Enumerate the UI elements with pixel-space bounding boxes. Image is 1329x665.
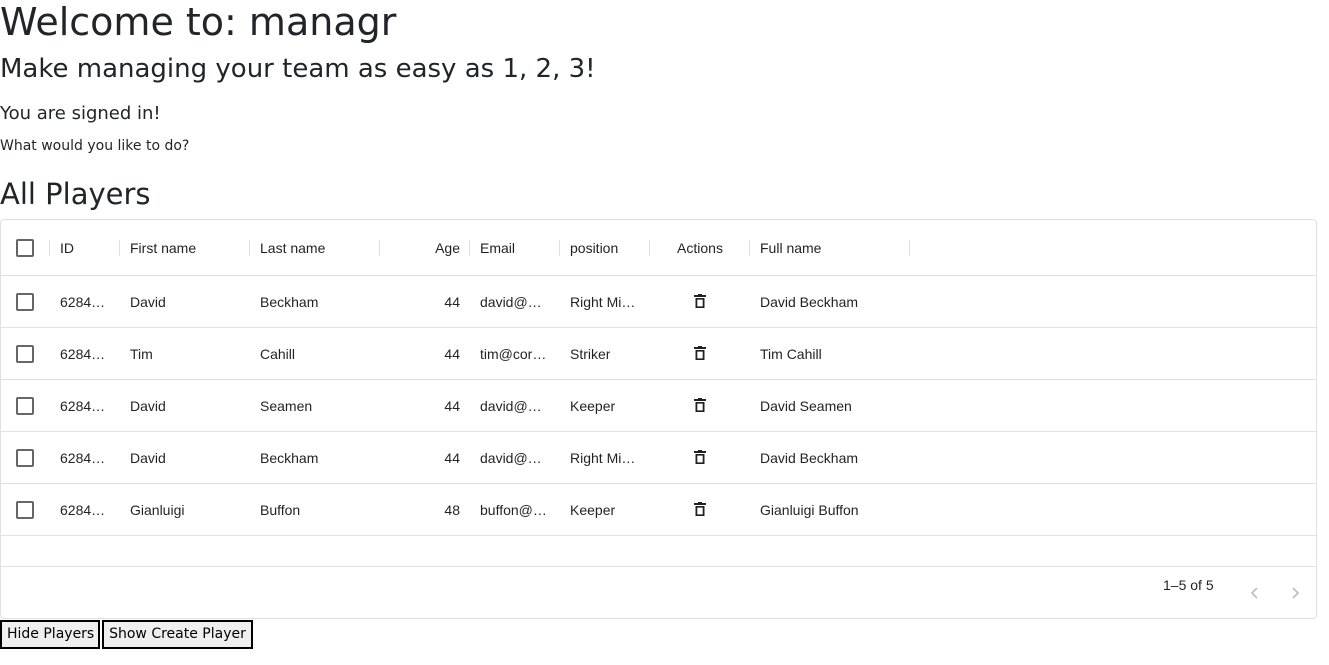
cell-position[interactable]: Keeper (560, 484, 650, 535)
cell-id[interactable]: 6284… (50, 328, 120, 379)
grid-footer: 1–5 of 5 (1, 566, 1316, 619)
cell-actions (650, 484, 750, 535)
row-checkbox-icon[interactable] (16, 344, 34, 363)
cell-last-name[interactable]: Beckham (250, 276, 380, 327)
cell-last-name[interactable]: Cahill (250, 328, 380, 379)
select-all-checkbox-icon[interactable] (16, 238, 34, 257)
cell-id[interactable]: 6284… (50, 432, 120, 483)
grid-header: ID First name Last name Age Email positi… (1, 220, 1316, 276)
cell-full-name[interactable]: Tim Cahill (750, 328, 910, 379)
cell-full-name[interactable]: Gianluigi Buffon (750, 484, 910, 535)
trash-icon[interactable] (694, 346, 706, 361)
section-title: All Players (0, 177, 151, 211)
cell-full-name[interactable]: David Beckham (750, 276, 910, 327)
cell-last-name[interactable]: Seamen (250, 380, 380, 431)
cell-full-name[interactable]: David Beckham (750, 432, 910, 483)
page-subtitle: Make managing your team as easy as 1, 2,… (0, 54, 596, 84)
players-data-grid: ID First name Last name Age Email positi… (0, 219, 1317, 619)
table-row[interactable]: 6284… David Beckham 44 david@… Right Mi… David… (1, 432, 1316, 484)
column-header-position[interactable]: position (560, 220, 650, 275)
cell-id[interactable]: 6284… (50, 380, 120, 431)
cell-actions (650, 432, 750, 483)
cell-last-name[interactable]: Beckham (250, 432, 380, 483)
cell-email[interactable]: buffon@… (470, 484, 560, 535)
cell-age[interactable]: 44 (380, 328, 470, 379)
cell-full-name[interactable]: David Seamen (750, 380, 910, 431)
cell-age[interactable]: 44 (380, 380, 470, 431)
row-select-cell[interactable] (1, 432, 49, 483)
cell-last-name[interactable]: Buffon (250, 484, 380, 535)
cell-email[interactable]: tim@cor… (470, 328, 560, 379)
row-select-cell[interactable] (1, 380, 49, 431)
trash-icon[interactable] (694, 398, 706, 413)
cell-first-name[interactable]: David (120, 276, 250, 327)
cell-actions (650, 328, 750, 379)
cell-position[interactable]: Right Mi… (560, 276, 650, 327)
row-select-cell[interactable] (1, 276, 49, 327)
table-row[interactable]: 6284… Gianluigi Buffon 48 buffon@… Keeper Gian… (1, 484, 1316, 536)
cell-id[interactable]: 6284… (50, 484, 120, 535)
row-select-cell[interactable] (1, 484, 49, 535)
table-row[interactable]: 6284… David Beckham 44 david@… Right Mi… David… (1, 276, 1316, 328)
row-checkbox-icon[interactable] (16, 396, 34, 415)
row-checkbox-icon[interactable] (16, 448, 34, 467)
cell-actions (650, 276, 750, 327)
row-checkbox-icon[interactable] (16, 500, 34, 519)
row-select-cell[interactable] (1, 328, 49, 379)
column-header-age[interactable]: Age (380, 220, 470, 275)
cell-position[interactable]: Right Mi… (560, 432, 650, 483)
cell-email[interactable]: david@… (470, 432, 560, 483)
hide-players-button[interactable]: Hide Players (0, 620, 100, 649)
cell-first-name[interactable]: David (120, 380, 250, 431)
cell-email[interactable]: david@… (470, 276, 560, 327)
trash-icon[interactable] (694, 294, 706, 309)
show-create-player-button[interactable]: Show Create Player (102, 620, 253, 649)
select-all-cell[interactable] (1, 220, 49, 275)
signed-in-status: You are signed in! (0, 103, 161, 124)
cell-actions (650, 380, 750, 431)
chevron-right-icon[interactable] (1283, 581, 1307, 605)
cell-age[interactable]: 44 (380, 432, 470, 483)
cell-first-name[interactable]: Tim (120, 328, 250, 379)
column-header-email[interactable]: Email (470, 220, 560, 275)
column-header-last-name[interactable]: Last name (250, 220, 380, 275)
pagination-count: 1–5 of 5 (1163, 577, 1214, 593)
table-row[interactable]: 6284… Tim Cahill 44 tim@cor… Striker Tim Cahil… (1, 328, 1316, 380)
trash-icon[interactable] (694, 502, 706, 517)
trash-icon[interactable] (694, 450, 706, 465)
chevron-left-icon[interactable] (1243, 581, 1267, 605)
row-checkbox-icon[interactable] (16, 292, 34, 311)
cell-age[interactable]: 44 (380, 276, 470, 327)
cell-first-name[interactable]: Gianluigi (120, 484, 250, 535)
cell-email[interactable]: david@… (470, 380, 560, 431)
action-prompt: What would you like to do? (0, 138, 190, 154)
cell-id[interactable]: 6284… (50, 276, 120, 327)
column-header-actions: Actions (677, 239, 723, 256)
page-title: Welcome to: managr (0, 0, 397, 44)
column-header-full-name[interactable]: Full name (750, 220, 910, 275)
column-header-id[interactable]: ID (50, 220, 120, 275)
cell-position[interactable]: Striker (560, 328, 650, 379)
column-separator[interactable] (909, 240, 910, 256)
table-row[interactable]: 6284… David Seamen 44 david@… Keeper David Sea… (1, 380, 1316, 432)
cell-position[interactable]: Keeper (560, 380, 650, 431)
cell-first-name[interactable]: David (120, 432, 250, 483)
cell-age[interactable]: 48 (380, 484, 470, 535)
column-header-first-name[interactable]: First name (120, 220, 250, 275)
